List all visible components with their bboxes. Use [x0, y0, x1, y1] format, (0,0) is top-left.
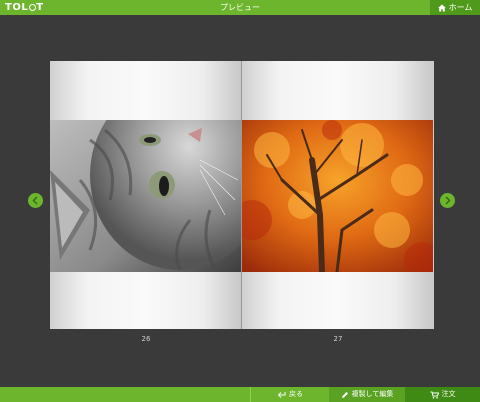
right-page-number: 27 — [333, 335, 343, 343]
home-label: ホーム — [448, 3, 473, 12]
right-page[interactable] — [242, 61, 433, 329]
cart-icon — [430, 391, 439, 399]
back-label: 戻る — [289, 390, 303, 398]
left-page-number: 26 — [141, 335, 151, 343]
prev-page-button[interactable] — [28, 193, 43, 208]
chevron-right-icon — [445, 196, 451, 205]
chevron-left-icon — [32, 196, 38, 205]
duplicate-edit-label: 複製して編集 — [351, 390, 394, 398]
home-icon — [437, 4, 446, 11]
bottom-bar: 戻る 複製して編集 注文 — [0, 387, 480, 402]
home-button[interactable]: ホーム — [430, 0, 480, 15]
book-spread — [50, 61, 434, 329]
back-arrow-icon — [277, 392, 286, 398]
top-bar: TOL T プレビュー ホーム — [0, 0, 480, 15]
pencil-icon — [341, 391, 348, 398]
maple-tree-photo — [242, 120, 433, 272]
page-title: プレビュー — [220, 3, 260, 12]
cat-photo — [50, 120, 241, 272]
back-button[interactable]: 戻る — [250, 387, 329, 402]
order-button[interactable]: 注文 — [405, 387, 480, 402]
next-page-button[interactable] — [440, 193, 455, 208]
duplicate-edit-button[interactable]: 複製して編集 — [329, 387, 405, 402]
order-label: 注文 — [441, 390, 456, 398]
left-page[interactable] — [50, 61, 241, 329]
